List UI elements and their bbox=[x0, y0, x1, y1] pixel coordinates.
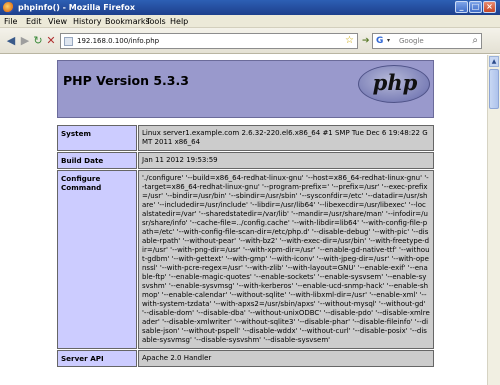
page-favicon-icon bbox=[64, 37, 73, 46]
search-icon[interactable]: ⌕ bbox=[472, 35, 478, 47]
menu-bar: File Edit View History Bookmarks Tools H… bbox=[0, 15, 500, 28]
table-row: Build Date Jan 11 2012 19:53:59 bbox=[57, 152, 434, 169]
window-title: phpinfo() - Mozilla Firefox bbox=[18, 3, 136, 12]
close-button[interactable]: × bbox=[483, 1, 496, 13]
page-viewport: PHP Version 5.3.3 php System Linux serve… bbox=[0, 55, 487, 385]
url-bar[interactable]: 192.168.0.100/info.php ☆ bbox=[60, 33, 358, 49]
row-value: Apache 2.0 Handler bbox=[138, 350, 434, 367]
menu-help[interactable]: Help bbox=[170, 15, 188, 28]
firefox-icon bbox=[3, 2, 14, 13]
chevron-down-icon[interactable]: ▾ bbox=[387, 36, 390, 46]
row-key: System bbox=[57, 125, 137, 151]
navigation-toolbar: ◀ ▶ ↻ ✕ 192.168.0.100/info.php ☆ ➔ G ▾ G… bbox=[0, 28, 500, 54]
row-key: Server API bbox=[57, 350, 137, 367]
bookmark-star-icon[interactable]: ☆ bbox=[345, 35, 354, 47]
title-bar: phpinfo() - Mozilla Firefox _ □ × bbox=[0, 0, 500, 15]
forward-icon[interactable]: ▶ bbox=[18, 34, 32, 48]
back-icon[interactable]: ◀ bbox=[4, 34, 18, 48]
menu-file[interactable]: File bbox=[4, 15, 17, 28]
scroll-up-icon[interactable]: ▲ bbox=[489, 56, 499, 67]
php-logo: php bbox=[358, 65, 430, 103]
url-text[interactable]: 192.168.0.100/info.php bbox=[77, 34, 159, 48]
stop-icon[interactable]: ✕ bbox=[44, 34, 58, 48]
row-value: Linux server1.example.com 2.6.32-220.el6… bbox=[138, 125, 434, 151]
table-row: System Linux server1.example.com 2.6.32-… bbox=[57, 125, 434, 151]
info-table: System Linux server1.example.com 2.6.32-… bbox=[57, 125, 434, 368]
php-header: PHP Version 5.3.3 php bbox=[57, 60, 434, 118]
maximize-button[interactable]: □ bbox=[469, 1, 482, 13]
menu-history[interactable]: History bbox=[73, 15, 101, 28]
search-input[interactable]: Google bbox=[399, 34, 424, 48]
menu-view[interactable]: View bbox=[48, 15, 67, 28]
php-version-title: PHP Version 5.3.3 bbox=[63, 73, 189, 88]
row-value: Jan 11 2012 19:53:59 bbox=[138, 152, 434, 169]
minimize-button[interactable]: _ bbox=[455, 1, 468, 13]
menu-bookmarks[interactable]: Bookmarks bbox=[105, 15, 150, 28]
search-bar[interactable]: G ▾ Google ⌕ bbox=[372, 33, 482, 49]
google-icon[interactable]: G bbox=[376, 36, 386, 46]
table-row: Server API Apache 2.0 Handler bbox=[57, 350, 434, 367]
menu-edit[interactable]: Edit bbox=[26, 15, 42, 28]
row-value: './configure' '--build=x86_64-redhat-lin… bbox=[138, 170, 434, 349]
vertical-scrollbar[interactable]: ▲ bbox=[487, 55, 500, 385]
table-row: Configure Command './configure' '--build… bbox=[57, 170, 434, 349]
scrollbar-thumb[interactable] bbox=[489, 69, 499, 109]
php-logo-text: php bbox=[372, 70, 418, 95]
reload-icon[interactable]: ↻ bbox=[31, 34, 45, 48]
menu-tools[interactable]: Tools bbox=[146, 15, 166, 28]
row-key: Configure Command bbox=[57, 170, 137, 349]
row-key: Build Date bbox=[57, 152, 137, 169]
go-arrow-icon[interactable]: ➔ bbox=[362, 35, 372, 47]
